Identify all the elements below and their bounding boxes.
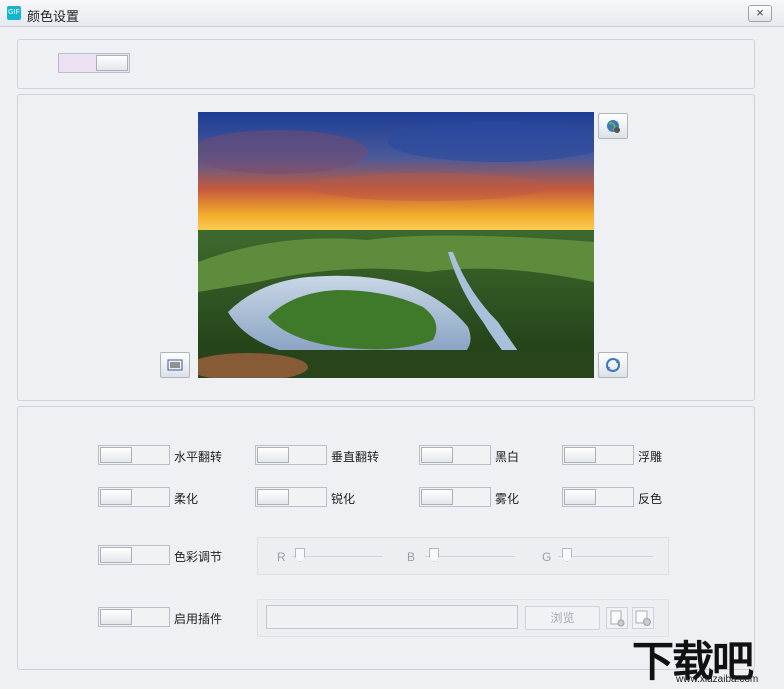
black-white-switch[interactable] <box>419 445 491 465</box>
switch-knob <box>564 447 596 463</box>
switch-knob <box>421 447 453 463</box>
slider-g-label: G <box>542 550 552 564</box>
color-adjust-label: 色彩调节 <box>174 550 223 564</box>
window-title: 颜色设置 <box>27 9 80 24</box>
fog-label: 雾化 <box>495 492 520 506</box>
switch-knob <box>100 609 132 625</box>
black-white-label: 黑白 <box>495 450 520 464</box>
switch-knob <box>257 489 289 505</box>
fog-switch[interactable] <box>419 487 491 507</box>
flip-vertical-switch[interactable] <box>255 445 327 465</box>
flip-horizontal-label: 水平翻转 <box>174 450 223 464</box>
emboss-switch[interactable] <box>562 445 634 465</box>
barcode-icon <box>167 359 183 371</box>
master-toggle-switch[interactable] <box>58 53 130 73</box>
plugin-settings-button[interactable] <box>606 607 628 629</box>
color-adjust-switch[interactable] <box>98 545 170 565</box>
sharpen-switch[interactable] <box>255 487 327 507</box>
invert-label: 反色 <box>638 492 663 506</box>
title-bar: GIF 颜色设置 × <box>0 0 784 27</box>
invert-switch[interactable] <box>562 487 634 507</box>
flip-horizontal-switch[interactable] <box>98 445 170 465</box>
soften-label: 柔化 <box>174 492 199 506</box>
document-info-icon <box>635 610 651 626</box>
soften-switch[interactable] <box>98 487 170 507</box>
switch-knob <box>421 489 453 505</box>
refresh-icon <box>606 358 620 372</box>
document-settings-icon <box>610 610 625 627</box>
switch-knob <box>96 55 128 71</box>
slider-b-label: B <box>407 550 416 564</box>
globe-settings-button[interactable] <box>598 113 628 139</box>
slider-g-track[interactable] <box>558 556 653 557</box>
slider-r-label: R <box>277 550 286 564</box>
emboss-label: 浮雕 <box>638 450 663 464</box>
preview-image <box>198 112 594 378</box>
browse-button[interactable]: 浏览 <box>525 606 600 630</box>
plugin-label: 启用插件 <box>174 612 223 626</box>
slider-r-track[interactable] <box>292 556 382 557</box>
switch-knob <box>100 547 132 563</box>
watermark-url: www.xiazaiba.com <box>676 674 759 685</box>
plugin-info-button[interactable] <box>632 607 654 629</box>
plugin-path-input[interactable] <box>266 605 518 629</box>
barcode-button[interactable] <box>160 352 190 378</box>
switch-knob <box>100 447 132 463</box>
refresh-button[interactable] <box>598 352 628 378</box>
sharpen-label: 锐化 <box>331 492 356 506</box>
close-button[interactable]: × <box>748 5 772 22</box>
globe-settings-icon <box>607 120 620 133</box>
switch-knob <box>100 489 132 505</box>
switch-knob <box>257 447 289 463</box>
watermark-logo: 下载吧 www.xiazaiba.com <box>632 628 784 686</box>
switch-knob <box>564 489 596 505</box>
flip-vertical-label: 垂直翻转 <box>331 450 380 464</box>
plugin-switch[interactable] <box>98 607 170 627</box>
app-logo-icon: GIF <box>7 6 21 20</box>
